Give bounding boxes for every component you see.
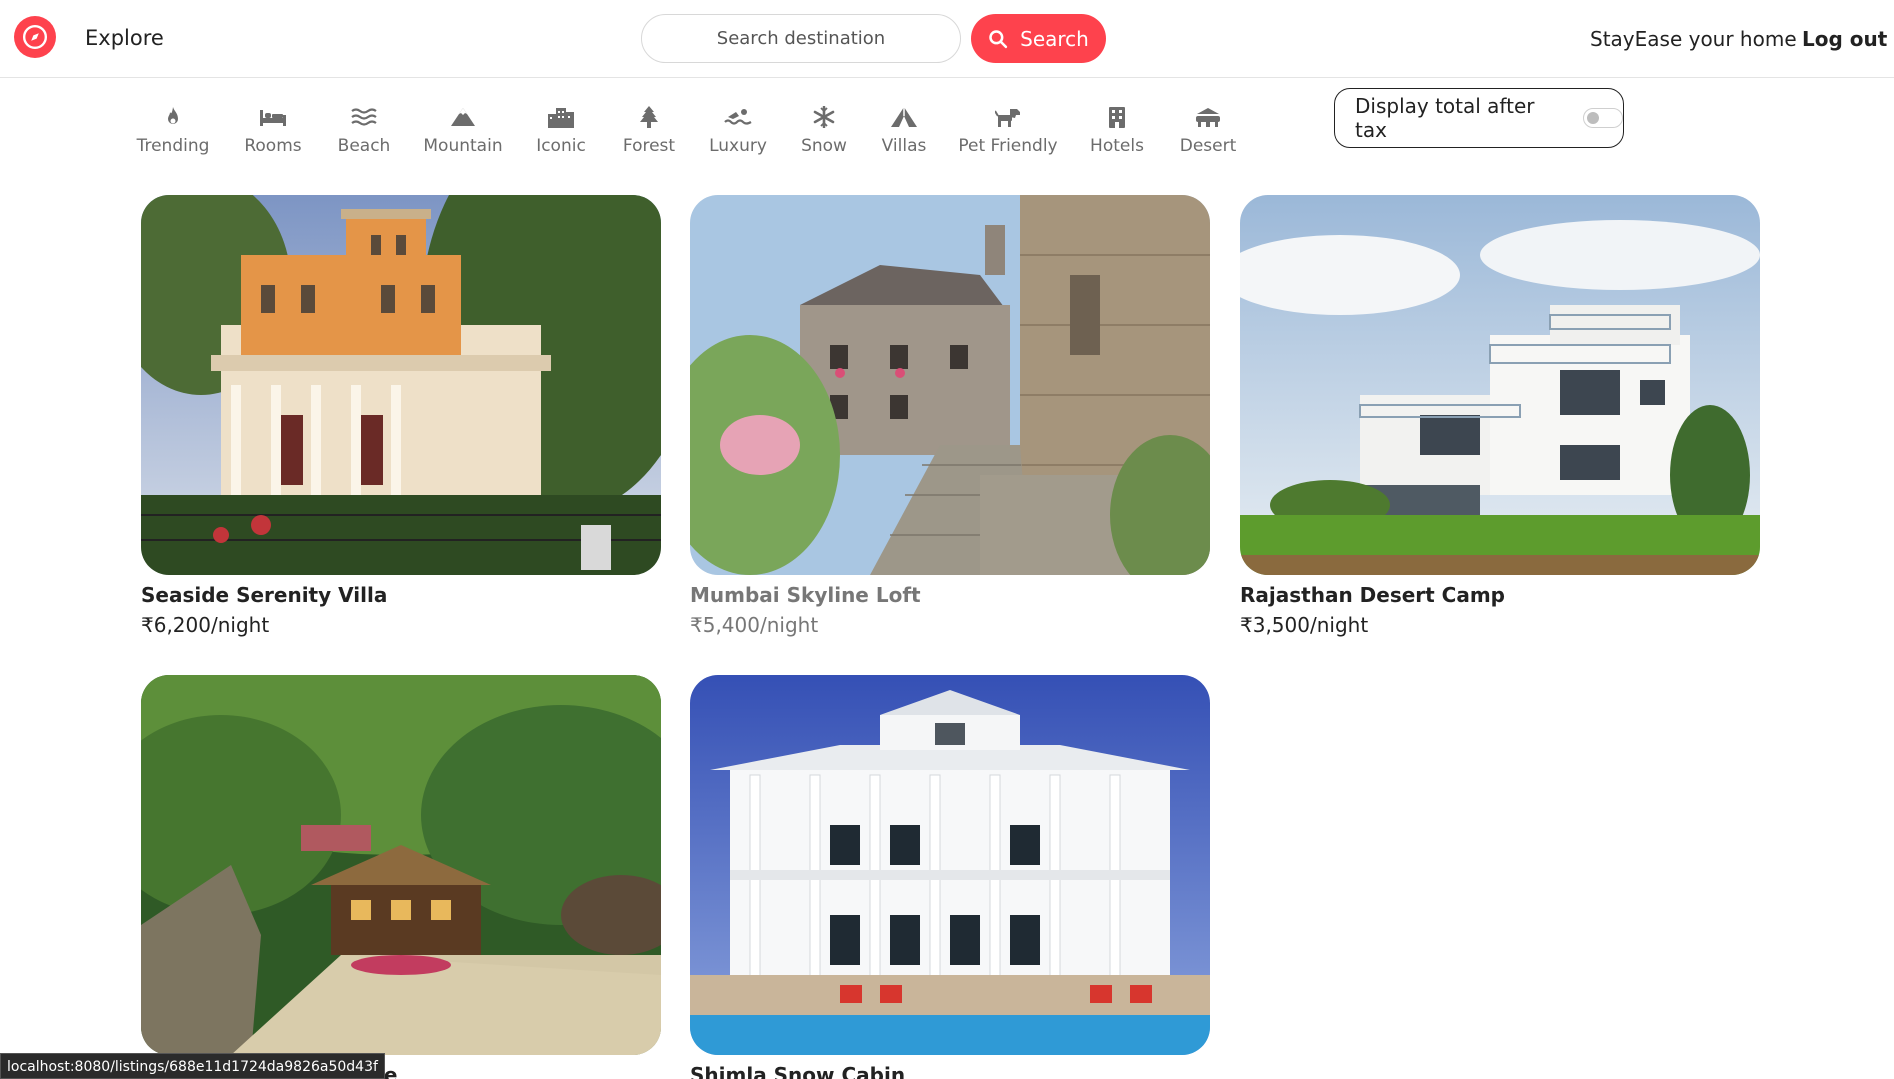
filter-label: Mountain	[423, 136, 503, 156]
filter-label: Villas	[881, 136, 927, 156]
search-button[interactable]: Search	[971, 14, 1106, 63]
switch-knob	[1587, 112, 1600, 124]
search-input[interactable]	[641, 14, 961, 63]
listing-title: Rajasthan Desert Camp	[1240, 583, 1505, 607]
listing-card[interactable]: age	[141, 675, 661, 1079]
search-button-label: Search	[1020, 26, 1089, 51]
mountain-icon	[451, 108, 475, 126]
filter-villas[interactable]: Villas	[849, 104, 959, 156]
host-link[interactable]: StayEase your home	[1590, 27, 1797, 51]
bed-icon	[260, 110, 286, 126]
listing-price: ₹3,500/night	[1240, 613, 1369, 637]
listing-price: ₹5,400/night	[690, 613, 819, 637]
compass-logo[interactable]	[14, 16, 56, 58]
listing-image	[690, 195, 1210, 575]
camel-icon	[1196, 108, 1220, 127]
hotel-icon	[1109, 107, 1125, 128]
listing-card[interactable]: Seaside Serenity Villa ₹6,200/night	[141, 195, 661, 637]
filter-label: Beach	[337, 136, 391, 156]
browser-status-bar: localhost:8080/listings/688e11d1724da982…	[0, 1053, 385, 1079]
tax-toggle[interactable]: Display total after tax	[1334, 88, 1624, 148]
listing-card[interactable]: Shimla Snow Cabin	[690, 675, 1210, 1079]
listing-image	[141, 195, 661, 575]
listing-card[interactable]: Rajasthan Desert Camp ₹3,500/night	[1240, 195, 1760, 637]
listing-title: Mumbai Skyline Loft	[690, 583, 921, 607]
listing-card[interactable]: Mumbai Skyline Loft ₹5,400/night	[690, 195, 1210, 637]
tree-icon	[640, 106, 658, 128]
filter-label: Trending	[136, 136, 210, 156]
water-icon	[351, 108, 377, 126]
filter-label: Pet Friendly	[958, 136, 1058, 156]
city-icon	[548, 108, 574, 128]
filter-label: Desert	[1179, 136, 1237, 156]
listing-title: Shimla Snow Cabin	[690, 1063, 906, 1079]
filter-desert[interactable]: Desert	[1153, 104, 1263, 156]
compass-icon	[22, 24, 48, 50]
search-icon	[989, 29, 1008, 48]
tax-switch[interactable]	[1583, 108, 1623, 128]
fire-icon	[168, 107, 178, 124]
listing-image	[141, 675, 661, 1055]
snowflake-icon	[813, 106, 835, 128]
filter-trending[interactable]: Trending	[118, 104, 228, 156]
tax-toggle-label: Display total after tax	[1355, 94, 1535, 142]
nav-explore-link[interactable]: Explore	[85, 26, 164, 50]
filter-pet-friendly[interactable]: Pet Friendly	[953, 104, 1063, 156]
navbar: Explore Search StayEase your home Log ou…	[0, 0, 1894, 78]
filter-beach[interactable]: Beach	[309, 104, 419, 156]
listing-image	[1240, 195, 1760, 575]
swimmer-icon	[724, 109, 752, 125]
dog-icon	[995, 109, 1020, 127]
listing-image	[690, 675, 1210, 1055]
filter-mountain[interactable]: Mountain	[408, 104, 518, 156]
listing-title: Seaside Serenity Villa	[141, 583, 388, 607]
logout-link[interactable]: Log out	[1802, 27, 1887, 51]
tent-icon	[891, 107, 917, 127]
listing-price: ₹6,200/night	[141, 613, 270, 637]
